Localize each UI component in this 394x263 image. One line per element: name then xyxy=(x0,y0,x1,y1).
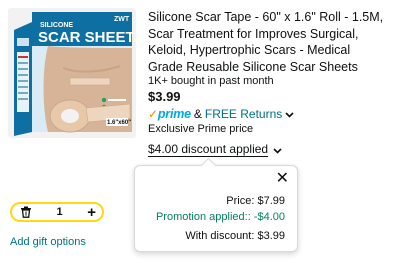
close-icon[interactable]: ✕ xyxy=(276,171,289,187)
trash-icon[interactable] xyxy=(20,206,32,218)
svg-text:SILICONE: SILICONE xyxy=(40,22,73,29)
chevron-down-icon[interactable] xyxy=(273,142,282,158)
chevron-down-icon[interactable] xyxy=(285,107,294,121)
cart-item-card: ZWT SILICONE SCAR SHEETS 1.6"x60" Silico… xyxy=(0,0,394,263)
product-title[interactable]: Silicone Scar Tape - 60" x 1.6" Roll - 1… xyxy=(148,9,386,75)
plus-icon[interactable]: + xyxy=(87,205,96,220)
product-image[interactable]: ZWT SILICONE SCAR SHEETS 1.6"x60" xyxy=(8,8,136,138)
exclusive-prime-price: Exclusive Prime price xyxy=(148,123,254,135)
svg-text:SCAR SHEETS: SCAR SHEETS xyxy=(38,29,136,46)
prime-row: ✓ prime & FREE Returns xyxy=(148,106,294,122)
popover-price: Price: $7.99 xyxy=(226,195,285,207)
product-price: $3.99 xyxy=(148,89,181,104)
prime-check-icon: ✓ xyxy=(148,107,158,121)
prime-text: prime xyxy=(157,107,191,121)
discount-label[interactable]: $4.00 discount applied xyxy=(148,143,269,157)
discount-applied-toggle[interactable]: $4.00 discount applied xyxy=(148,142,282,158)
quantity-stepper: 1 + xyxy=(10,202,104,222)
popover-promotion: Promotion applied:: -$4.00 xyxy=(155,211,285,223)
amp-separator: & xyxy=(193,107,202,121)
discount-popover: ✕ Price: $7.99 Promotion applied:: -$4.0… xyxy=(134,165,298,252)
brand-text: ZWT xyxy=(114,16,130,23)
prime-badge: ✓ prime xyxy=(148,107,191,121)
free-returns-link[interactable]: FREE Returns xyxy=(205,107,282,121)
popover-final-price: With discount: $3.99 xyxy=(185,230,285,242)
add-gift-options-link[interactable]: Add gift options xyxy=(10,236,86,249)
svg-text:1.6"x60": 1.6"x60" xyxy=(107,120,131,126)
quantity-value: 1 xyxy=(56,206,63,218)
bought-count: 1K+ bought in past month xyxy=(148,75,274,87)
